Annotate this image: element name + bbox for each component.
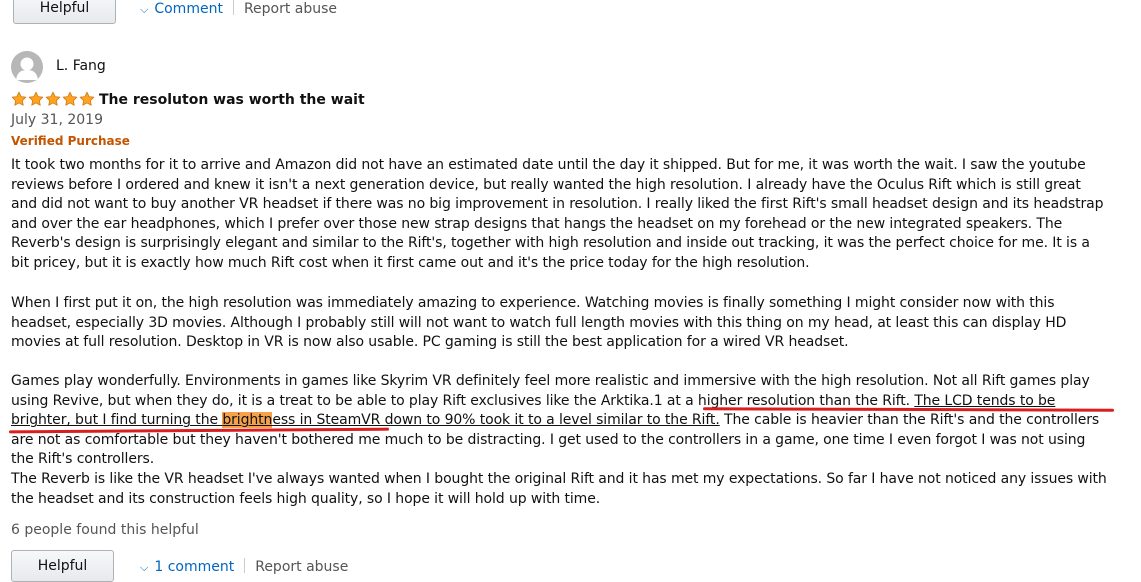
review-paragraph-1: It took two months for it to arrive and … (11, 157, 1104, 271)
divider (232, 0, 234, 15)
top-action-row: ⌵ Comment Report abuse (140, 0, 337, 17)
highlighted-word-fragment: brightn (222, 412, 273, 429)
star-icon (11, 91, 27, 106)
review-title[interactable]: The resoluton was worth the wait (99, 92, 365, 108)
comment-link-top[interactable]: Comment (154, 1, 223, 17)
review-paragraph-3: Games play wonderfully. Environments in … (11, 372, 1111, 470)
comment-link[interactable]: 1 comment (154, 559, 234, 575)
report-abuse-link-top[interactable]: Report abuse (244, 1, 337, 17)
review-date: July 31, 2019 (11, 112, 103, 128)
verified-purchase-badge[interactable]: Verified Purchase (11, 134, 130, 148)
star-icon (28, 91, 44, 106)
report-abuse-link[interactable]: Report abuse (255, 559, 348, 575)
avatar-silhouette-icon[interactable] (11, 51, 43, 83)
chevron-down-icon: ⌵ (140, 3, 149, 16)
star-icon (62, 91, 78, 106)
chevron-down-icon: ⌵ (140, 561, 149, 574)
helpful-button-top[interactable]: Helpful (13, 0, 116, 24)
underlined-sentence-part-2: ess in SteamVR down to 90% took it to a … (272, 412, 720, 429)
helpful-button[interactable]: Helpful (11, 550, 114, 582)
star-icon (45, 91, 61, 106)
review-paragraph-4: The Reverb is like the VR headset I've a… (11, 471, 1107, 507)
divider (244, 558, 246, 573)
review-paragraph-2: When I first put it on, the high resolut… (11, 295, 1067, 351)
star-rating[interactable] (11, 91, 96, 109)
bottom-action-row: ⌵ 1 comment Report abuse (140, 558, 348, 575)
profile-name[interactable]: L. Fang (56, 58, 106, 74)
helpful-count: 6 people found this helpful (11, 522, 199, 538)
star-icon (79, 91, 95, 106)
